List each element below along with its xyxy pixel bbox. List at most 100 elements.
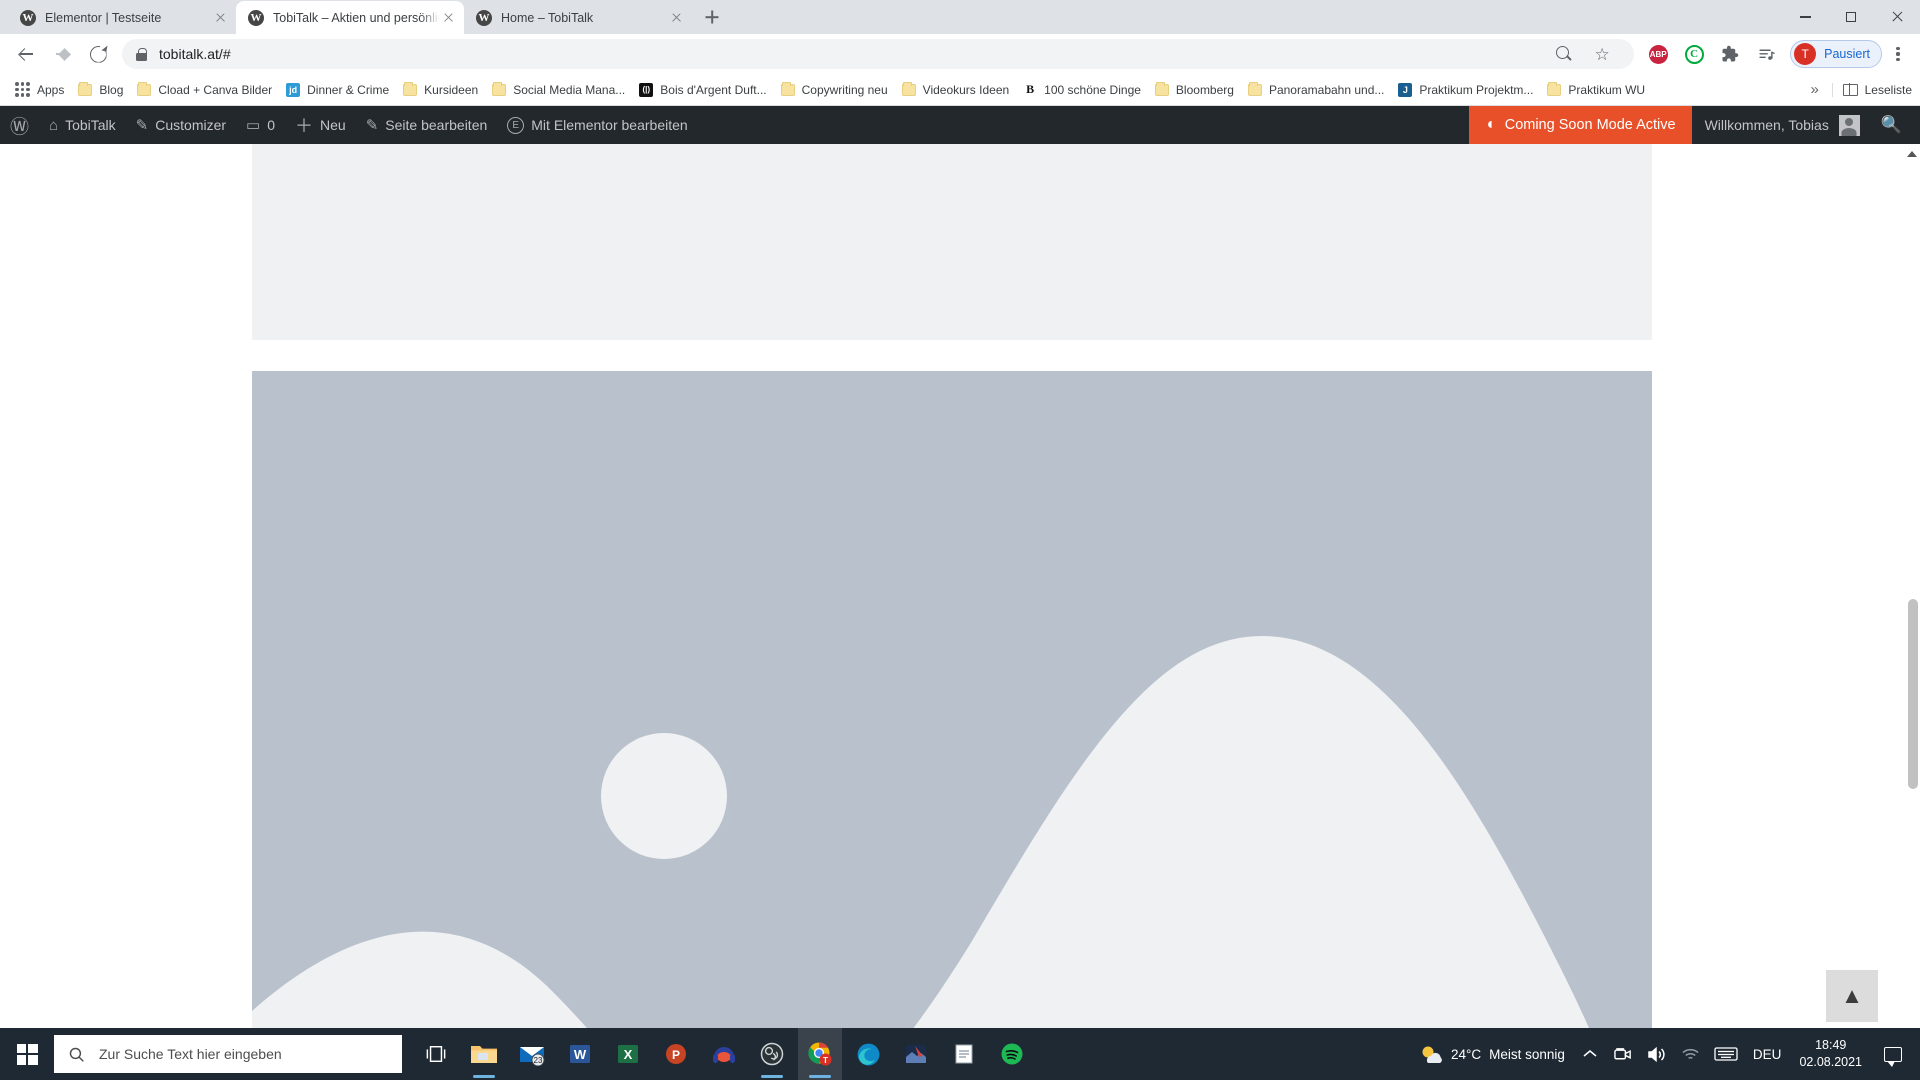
chrome-icon[interactable]: T <box>798 1028 842 1080</box>
adminbar-site-name[interactable]: ⌂ TobiTalk <box>39 106 126 144</box>
wifi-glyph <box>1682 1048 1699 1059</box>
taskbar-clock[interactable]: 18:49 02.08.2021 <box>1789 1028 1872 1080</box>
word-icon[interactable]: W <box>558 1028 602 1080</box>
bookmark-dinner-crime[interactable]: jd Dinner & Crime <box>279 78 396 102</box>
reading-list-icon[interactable] <box>1750 38 1782 70</box>
scrollbar-thumb[interactable] <box>1908 599 1918 789</box>
chrome-menu-icon[interactable] <box>1884 40 1912 68</box>
taskbar-app-icons: 23 W X P T <box>414 1028 1034 1080</box>
windows-taskbar: Zur Suche Text hier eingeben 23 W X P T … <box>0 1028 1920 1080</box>
pencil-icon: ✎ <box>365 117 379 134</box>
adminbar-customizer[interactable]: ✎ Customizer <box>126 106 236 144</box>
browser-tab-3[interactable]: W Home – TobiTalk <box>464 1 692 34</box>
bookmark-label: Dinner & Crime <box>307 82 390 97</box>
mail-icon[interactable]: 23 <box>510 1028 554 1080</box>
show-hidden-icons-chevron[interactable] <box>1573 1028 1607 1080</box>
bookmark-bois-dargent-duft[interactable]: (|) Bois d'Argent Duft... <box>632 78 773 102</box>
powerpoint-glyph: P <box>666 1044 686 1064</box>
new-tab-button[interactable] <box>698 3 726 31</box>
taskbar-search-input[interactable]: Zur Suche Text hier eingeben <box>54 1035 402 1073</box>
tab-close-icon[interactable] <box>440 10 456 26</box>
windows-start-icon[interactable] <box>0 1028 54 1080</box>
reload-button[interactable] <box>82 38 114 70</box>
photoshop-icon[interactable] <box>894 1028 938 1080</box>
maximize-button[interactable] <box>1828 0 1874 34</box>
avatar: T <box>1794 43 1817 65</box>
adminbar-edit-with-elementor[interactable]: E Mit Elementor bearbeiten <box>497 106 697 144</box>
browser-tab-1[interactable]: W Elementor | Testseite <box>8 1 236 34</box>
close-button[interactable] <box>1874 0 1920 34</box>
back-to-top-button[interactable]: ▲ <box>1826 970 1878 1022</box>
notepad-icon[interactable] <box>942 1028 986 1080</box>
wifi-icon[interactable] <box>1674 1028 1707 1080</box>
ghostery-icon[interactable]: C <box>1678 38 1710 70</box>
keyboard-icon[interactable] <box>1707 1028 1745 1080</box>
bookmark-apps[interactable]: Apps <box>8 78 71 102</box>
bookmark-label: Panoramabahn und... <box>1268 82 1385 97</box>
minimize-button[interactable] <box>1782 0 1828 34</box>
star-icon[interactable]: ☆ <box>1586 38 1618 70</box>
bookmark-blog[interactable]: Blog <box>71 78 130 102</box>
audio-app-icon[interactable] <box>702 1028 746 1080</box>
address-bar[interactable]: tobitalk.at/# ☆ <box>122 38 1635 70</box>
browser-tab-2[interactable]: W TobiTalk – Aktien und persönliche <box>236 1 464 34</box>
system-tray: 24°C Meist sonnig DEU 18:49 02.08.2021 <box>1411 1028 1920 1080</box>
adminbar-user-menu[interactable]: Willkommen, Tobias <box>1692 114 1873 136</box>
back-button[interactable] <box>10 38 42 70</box>
window-controls <box>1782 0 1920 34</box>
bookmarks-overflow-button[interactable]: » <box>1802 81 1828 98</box>
file-explorer-icon[interactable] <box>462 1028 506 1080</box>
bookmarks-bar: Apps Blog Cload + Canva Bilder jd Dinner… <box>0 74 1920 106</box>
volume-glyph <box>1648 1046 1665 1062</box>
svg-text:23: 23 <box>534 1056 543 1065</box>
comment-bubble-icon: ▭ <box>246 117 261 134</box>
notification-center-icon[interactable] <box>1872 1028 1914 1080</box>
volume-icon[interactable] <box>1640 1028 1674 1080</box>
bookmark-praktikum-projektm[interactable]: J Praktikum Projektm... <box>1391 78 1540 102</box>
extensions-puzzle-icon[interactable] <box>1714 38 1746 70</box>
bookmark-videokurs-ideen[interactable]: Videokurs Ideen <box>895 78 1017 102</box>
page-scrollbar[interactable] <box>1905 144 1920 1060</box>
reading-list-button[interactable]: Leseliste <box>1831 82 1912 97</box>
tab-close-icon[interactable] <box>212 10 228 26</box>
bookmark-social-media-mana[interactable]: Social Media Mana... <box>485 78 632 102</box>
tab-close-icon[interactable] <box>668 10 684 26</box>
obs-studio-icon[interactable] <box>750 1028 794 1080</box>
obs-glyph <box>760 1042 784 1066</box>
scrollbar-up-arrow-icon[interactable] <box>1907 148 1917 157</box>
bookmark-kursideen[interactable]: Kursideen <box>396 78 485 102</box>
edge-icon[interactable] <box>846 1028 890 1080</box>
elementor-icon: E <box>507 116 525 134</box>
zoom-icon[interactable] <box>1548 38 1580 70</box>
bookmark-copywriting-neu[interactable]: Copywriting neu <box>774 78 895 102</box>
edge-glyph <box>857 1043 879 1065</box>
adblock-plus-icon[interactable]: ABP <box>1642 38 1674 70</box>
bookmark-100-schoene-dinge[interactable]: B 100 schöne Dinge <box>1016 78 1148 102</box>
weather-widget[interactable]: 24°C Meist sonnig <box>1411 1028 1573 1080</box>
language-indicator[interactable]: DEU <box>1745 1028 1790 1080</box>
task-view-icon[interactable] <box>414 1028 458 1080</box>
adminbar-label: Mit Elementor bearbeiten <box>531 117 688 133</box>
spotify-icon[interactable] <box>990 1028 1034 1080</box>
folder-icon <box>1247 81 1262 96</box>
adminbar-new[interactable]: ＋ Neu <box>285 106 356 144</box>
bookmark-panoramabahn-und[interactable]: Panoramabahn und... <box>1241 78 1391 102</box>
wordpress-logo-icon[interactable]: Ⓦ <box>0 106 39 144</box>
hero-placeholder-graphic <box>252 371 1652 1060</box>
search-icon[interactable]: 🔍 <box>1873 115 1920 135</box>
bookmark-label: Copywriting neu <box>801 82 888 97</box>
bookmark-bloomberg[interactable]: Bloomberg <box>1148 78 1241 102</box>
excel-icon[interactable]: X <box>606 1028 650 1080</box>
adminbar-edit-page[interactable]: ✎ Seite bearbeiten <box>356 106 498 144</box>
adminbar-comments[interactable]: ▭ 0 <box>236 106 285 144</box>
camera-icon[interactable] <box>1607 1028 1640 1080</box>
adminbar-label: Seite bearbeiten <box>385 117 488 133</box>
bookmark-praktikum-wu[interactable]: Praktikum WU <box>1540 78 1652 102</box>
profile-button[interactable]: T Pausiert <box>1790 40 1882 68</box>
powerpoint-icon[interactable]: P <box>654 1028 698 1080</box>
wordpress-icon: W <box>248 9 264 26</box>
bookmark-cload-canva-bilder[interactable]: Cload + Canva Bilder <box>130 78 279 102</box>
coming-soon-mode-badge[interactable]: ◖ Coming Soon Mode Active <box>1469 106 1692 144</box>
omnibox-actions: ☆ <box>1546 38 1620 70</box>
forward-button[interactable] <box>46 38 78 70</box>
